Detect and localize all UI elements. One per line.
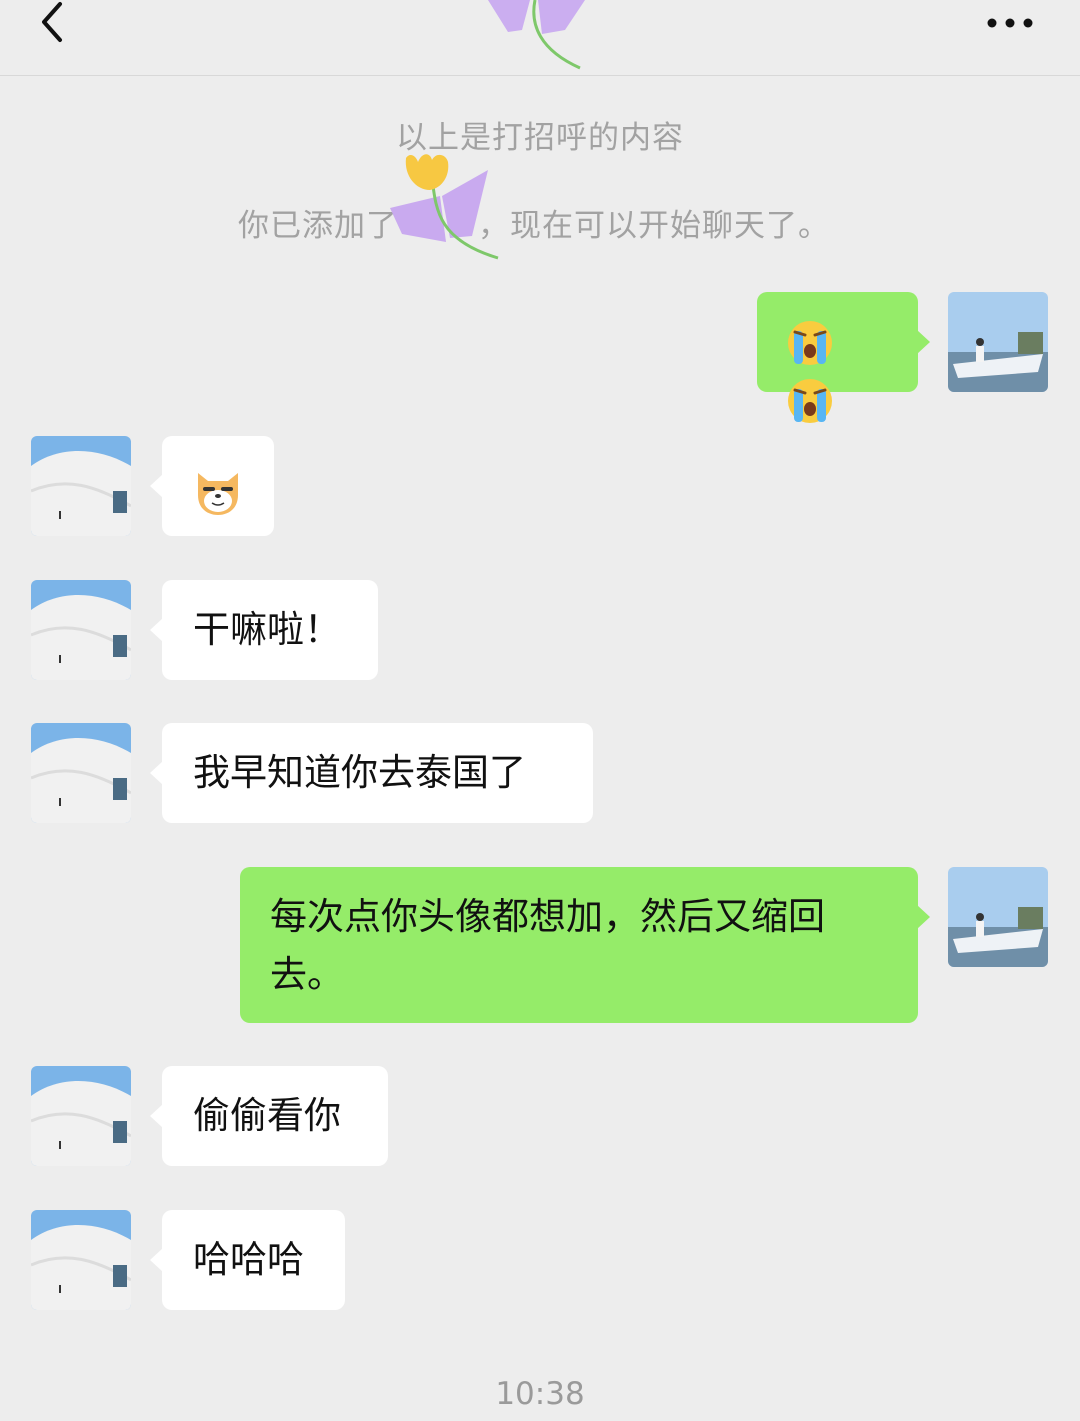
- doge-emoji: [198, 472, 238, 515]
- snow-building-avatar: [31, 436, 131, 536]
- more-options-button[interactable]: [980, 8, 1040, 38]
- chat-header: [0, 0, 1080, 76]
- message-text: 干嘛啦！: [193, 608, 341, 651]
- crying-face-emoji: [788, 378, 832, 423]
- message-bubble-incoming[interactable]: 哈哈哈: [150, 1210, 345, 1310]
- message-text: 我早知道你去泰国了: [193, 751, 526, 794]
- message-bubble-incoming[interactable]: 我早知道你去泰国了: [150, 723, 593, 823]
- message-bubble-outgoing[interactable]: [757, 292, 930, 423]
- contact-avatar[interactable]: [31, 1210, 131, 1310]
- message-text: 偷偷看你: [193, 1094, 341, 1137]
- chevron-left-icon: [42, 2, 62, 42]
- message-timestamp: 10:38: [495, 1376, 585, 1412]
- message-bubble-incoming[interactable]: 偷偷看你: [150, 1066, 388, 1166]
- message-text: 每次点你头像都想加，然后又缩回去。: [270, 895, 825, 996]
- contact-avatar[interactable]: [31, 436, 131, 536]
- snow-building-avatar: [31, 580, 131, 680]
- message-bubble-incoming[interactable]: 干嘛啦！: [150, 580, 378, 680]
- more-dots-icon: [987, 18, 1033, 28]
- crying-face-emoji: [788, 320, 832, 365]
- greeting-notice: 以上是打招呼的内容: [396, 120, 684, 156]
- snow-building-avatar: [31, 723, 131, 823]
- back-button[interactable]: [30, 0, 80, 50]
- boat-photo-avatar: [948, 292, 1048, 392]
- boat-photo-avatar: [948, 867, 1048, 967]
- message-bubble-incoming[interactable]: [150, 436, 274, 536]
- added-notice-prefix: 你已添加了: [238, 208, 398, 244]
- my-avatar[interactable]: [948, 867, 1048, 967]
- message-text: 哈哈哈: [193, 1238, 304, 1281]
- contact-avatar[interactable]: [31, 580, 131, 680]
- snow-building-avatar: [31, 1066, 131, 1166]
- contact-avatar[interactable]: [31, 1066, 131, 1166]
- my-avatar[interactable]: [948, 292, 1048, 392]
- message-bubble-outgoing[interactable]: 每次点你头像都想加，然后又缩回去。: [240, 867, 930, 1023]
- added-notice-suffix: ，现在可以开始聊天了。: [478, 208, 830, 244]
- contact-avatar[interactable]: [31, 723, 131, 823]
- snow-building-avatar: [31, 1210, 131, 1310]
